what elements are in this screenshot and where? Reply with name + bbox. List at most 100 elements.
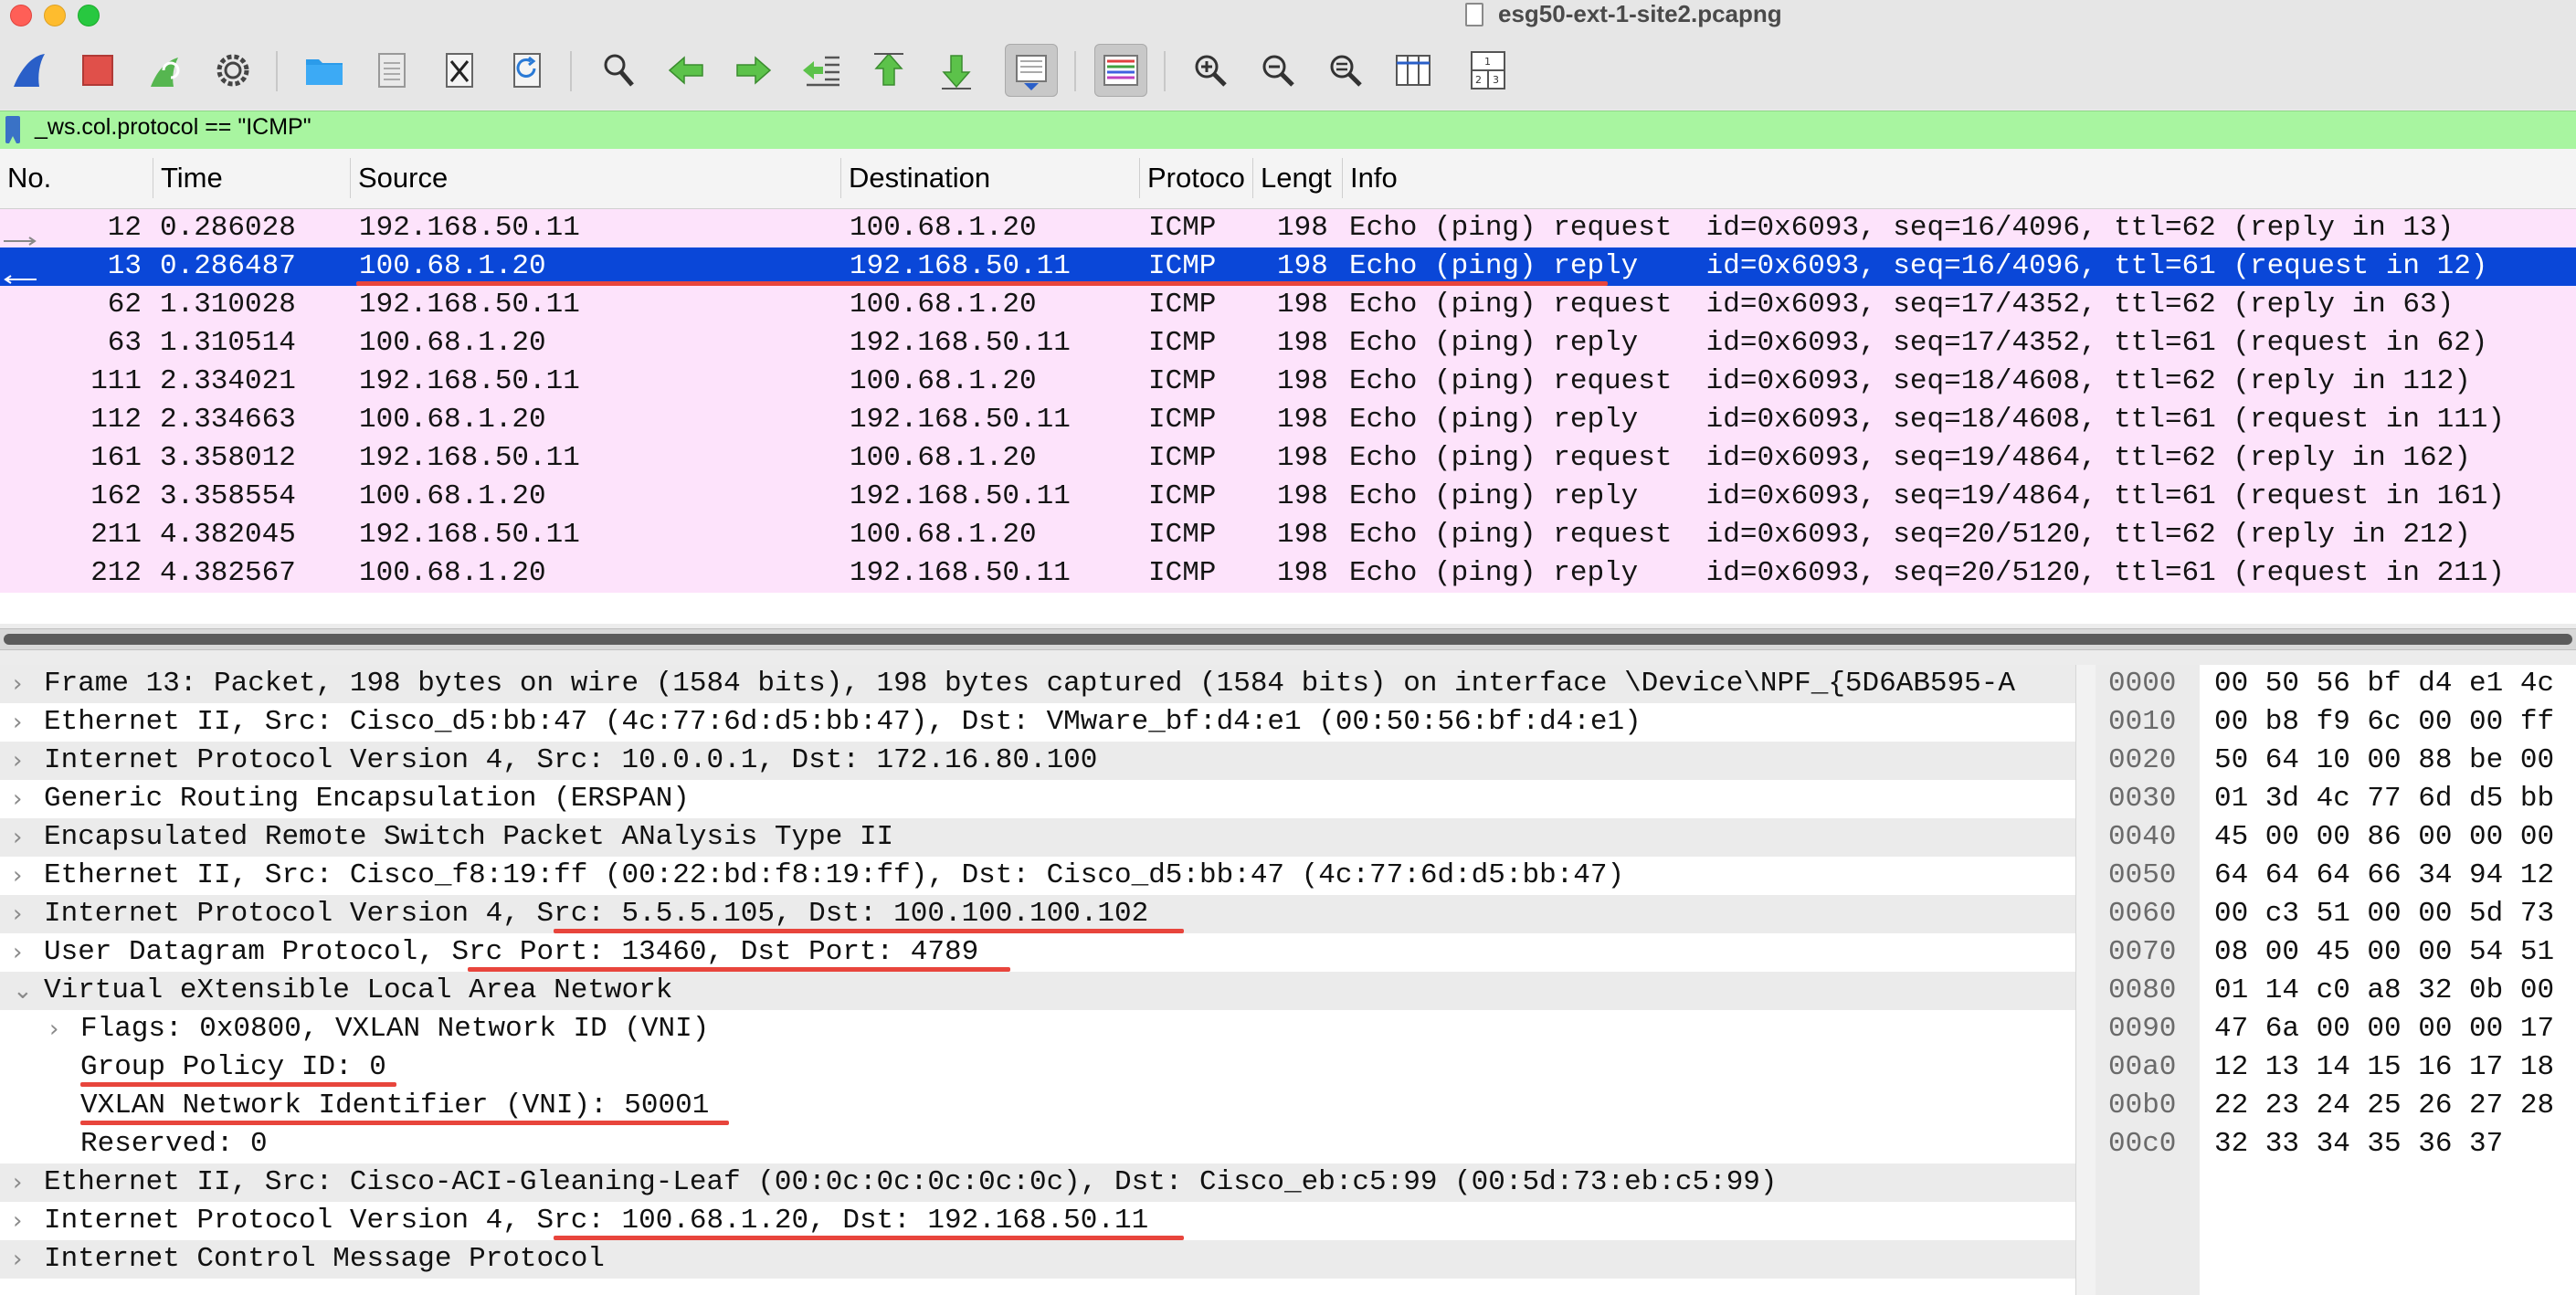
bookmark-icon[interactable] (5, 116, 20, 143)
save-file-button[interactable] (365, 44, 418, 97)
packet-row[interactable]: 161 3.358012 192.168.50.11 100.68.1.20 ICMP 1… (0, 439, 2576, 478)
hex-bytes-row[interactable]: 64 64 64 66 34 94 12 (2214, 859, 2554, 891)
detail-tree-row[interactable]: › Internet Protocol Version 4, Src: 100.6… (0, 1202, 2075, 1240)
go-to-packet-button[interactable] (795, 44, 848, 97)
detail-tree-row[interactable]: › Frame 13: Packet, 198 bytes on wire (15… (0, 665, 2075, 703)
detail-tree-row[interactable]: › User Datagram Protocol, Src Port: 13460… (0, 933, 2075, 972)
detail-tree-row[interactable]: Group Policy ID: 0 (0, 1048, 2075, 1087)
detail-tree-row[interactable]: › Encapsulated Remote Switch Packet ANaly… (0, 818, 2075, 857)
window-zoom-button[interactable] (78, 5, 100, 26)
detail-tree-label: User Datagram Protocol, Src Port: 13460,… (44, 936, 979, 968)
go-last-button[interactable] (930, 44, 983, 97)
horizontal-scrollbar[interactable] (4, 634, 2572, 645)
hex-bytes-row[interactable]: 00 50 56 bf d4 e1 4c (2214, 668, 2554, 700)
go-forward-button[interactable] (727, 44, 780, 97)
restart-capture-button[interactable] (139, 44, 192, 97)
detail-tree-row[interactable]: › Ethernet II, Src: Cisco-ACI-Gleaning-Le… (0, 1163, 2075, 1202)
pane-splitter[interactable] (0, 628, 2576, 650)
chevron-right-icon[interactable]: › (49, 1016, 58, 1043)
column-header-no[interactable]: No. (0, 158, 153, 198)
hex-bytes-row[interactable]: 45 00 00 86 00 00 00 (2214, 821, 2554, 853)
detail-tree-row[interactable]: Reserved: 0 (0, 1125, 2075, 1163)
packet-length: 198 (1277, 289, 1328, 321)
hex-bytes-row[interactable]: 22 23 24 25 26 27 28 (2214, 1090, 2554, 1121)
packet-row[interactable]: 211 4.382045 192.168.50.11 100.68.1.20 ICMP 1… (0, 516, 2576, 554)
packet-row[interactable]: 112 2.334663 100.68.1.20 192.168.50.11 ICMP 1… (0, 401, 2576, 439)
chevron-right-icon[interactable]: › (13, 939, 22, 966)
stop-capture-button[interactable] (71, 44, 124, 97)
chevron-right-icon[interactable]: › (13, 670, 22, 698)
chevron-down-icon[interactable]: ⌄ (13, 977, 33, 1005)
packet-row[interactable]: 12 0.286028 192.168.50.11 100.68.1.20 ICMP 19… (0, 209, 2576, 247)
chevron-right-icon[interactable]: › (13, 1169, 22, 1196)
chevron-right-icon[interactable]: › (13, 1246, 22, 1273)
resize-columns-button[interactable] (1387, 44, 1440, 97)
hex-bytes-row[interactable]: 47 6a 00 00 00 00 17 (2214, 1013, 2554, 1045)
detail-tree-row[interactable]: › Generic Routing Encapsulation (ERSPAN) (0, 780, 2075, 818)
auto-scroll-button[interactable] (1005, 44, 1058, 97)
packet-row[interactable]: 62 1.310028 192.168.50.11 100.68.1.20 ICMP 19… (0, 286, 2576, 324)
normal-size-button[interactable] (1319, 44, 1372, 97)
detail-tree-row[interactable]: › Ethernet II, Src: Cisco_d5:bb:47 (4c:77… (0, 703, 2075, 742)
packet-row[interactable]: 212 4.382567 100.68.1.20 192.168.50.11 ICMP 1… (0, 554, 2576, 593)
packet-destination: 192.168.50.11 (850, 404, 1071, 436)
reload-file-button[interactable] (501, 44, 554, 97)
packet-row[interactable]: 111 2.334021 192.168.50.11 100.68.1.20 ICMP 1… (0, 363, 2576, 401)
display-filter-input[interactable]: _ws.col.protocol == "ICMP" (35, 114, 311, 141)
detail-tree-row[interactable]: › Internet Protocol Version 4, Src: 5.5.5… (0, 895, 2075, 933)
detail-tree-row[interactable]: › Ethernet II, Src: Cisco_f8:19:ff (00:22… (0, 857, 2075, 895)
hex-bytes-row[interactable]: 00 b8 f9 6c 00 00 ff (2214, 706, 2554, 738)
column-header-info[interactable]: Info (1343, 158, 2576, 198)
hex-bytes-row[interactable]: 50 64 10 00 88 be 00 (2214, 744, 2554, 776)
go-first-button[interactable] (862, 44, 915, 97)
chevron-right-icon[interactable]: › (13, 747, 22, 774)
chevron-right-icon[interactable]: › (13, 1207, 22, 1235)
chevron-right-icon[interactable]: › (13, 709, 22, 736)
detail-tree-row[interactable]: VXLAN Network Identifier (VNI): 50001 (0, 1087, 2075, 1125)
detail-tree-row[interactable]: ⌄ Virtual eXtensible Local Area Network (0, 972, 2075, 1010)
column-header-protocol[interactable]: Protoco (1140, 158, 1253, 198)
hex-bytes-row[interactable]: 08 00 45 00 00 54 51 (2214, 936, 2554, 968)
window-minimize-button[interactable] (44, 5, 66, 26)
hex-bytes-row[interactable]: 00 c3 51 00 00 5d 73 (2214, 898, 2554, 930)
open-file-button[interactable] (298, 44, 351, 97)
detail-tree-label: Encapsulated Remote Switch Packet ANalys… (44, 821, 894, 853)
hex-bytes-row[interactable]: 12 13 14 15 16 17 18 (2214, 1051, 2554, 1083)
chevron-right-icon[interactable]: › (13, 862, 22, 890)
packet-row[interactable]: 162 3.358554 100.68.1.20 192.168.50.11 ICMP 1… (0, 478, 2576, 516)
packet-info: Echo (ping) reply id=0x6093, seq=20/5120… (1349, 557, 2506, 589)
capture-options-button[interactable] (206, 44, 259, 97)
colorize-button[interactable] (1094, 44, 1147, 97)
hex-bytes-row[interactable]: 32 33 34 35 36 37 (2214, 1128, 2503, 1160)
hex-bytes-row[interactable]: 01 14 c0 a8 32 0b 00 (2214, 974, 2554, 1006)
packet-row[interactable]: 13 0.286487 100.68.1.20 192.168.50.11 ICMP 19… (0, 247, 2576, 286)
go-back-button[interactable] (660, 44, 713, 97)
find-packet-button[interactable] (592, 44, 645, 97)
zoom-out-button[interactable] (1251, 44, 1304, 97)
close-file-button[interactable] (433, 44, 486, 97)
arrow-down-icon (942, 55, 971, 89)
detail-tree-row[interactable]: › Internet Protocol Version 4, Src: 10.0.… (0, 742, 2075, 780)
details-scrollbar[interactable] (2075, 665, 2096, 1295)
detail-tree-row[interactable]: › Internet Control Message Protocol (0, 1240, 2075, 1279)
column-header-source[interactable]: Source (351, 158, 841, 198)
column-header-time[interactable]: Time (153, 158, 351, 198)
chevron-right-icon[interactable]: › (13, 785, 22, 813)
packet-details-pane[interactable]: › Frame 13: Packet, 198 bytes on wire (15… (0, 665, 2075, 1295)
detail-tree-row[interactable]: › Flags: 0x0800, VXLAN Network ID (VNI) (0, 1010, 2075, 1048)
packet-time: 2.334021 (160, 365, 296, 397)
layout-button[interactable]: 123 (1462, 44, 1515, 97)
chevron-right-icon[interactable]: › (13, 824, 22, 851)
chevron-right-icon[interactable]: › (13, 900, 22, 928)
start-capture-button[interactable] (4, 44, 57, 97)
packet-bytes-pane[interactable]: 0000 0010 0020 0030 0040 0050 0060 0070 0080 0090… (2096, 665, 2576, 1295)
column-header-length[interactable]: Lengt (1253, 158, 1343, 198)
display-filter-bar[interactable]: _ws.col.protocol == "ICMP" (0, 111, 2576, 150)
column-header-destination[interactable]: Destination (841, 158, 1140, 198)
packet-row[interactable]: 63 1.310514 100.68.1.20 192.168.50.11 ICMP 19… (0, 324, 2576, 363)
packet-list-pane[interactable]: No. Time Source Destination Protoco Leng… (0, 149, 2576, 624)
hex-bytes-row[interactable]: 01 3d 4c 77 6d d5 bb (2214, 783, 2554, 815)
zoom-in-button[interactable] (1184, 44, 1237, 97)
packet-info: Echo (ping) request id=0x6093, seq=19/48… (1349, 442, 2471, 474)
window-close-button[interactable] (10, 5, 32, 26)
